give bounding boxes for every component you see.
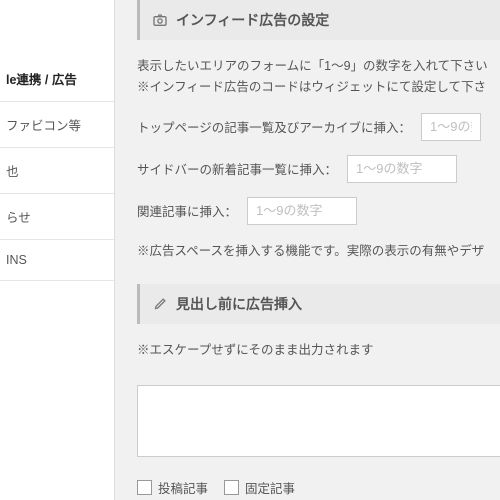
field-row-sidebar-new: サイドバーの新着記事一覧に挿入：	[137, 155, 500, 183]
settings-sidebar: le連携 / 広告 ファビコン等 也 らせ INS	[0, 0, 115, 500]
sidebar-item-notice[interactable]: らせ	[0, 194, 114, 240]
section-title: 見出し前に広告挿入	[176, 294, 302, 314]
field-label-sidebar-new: サイドバーの新着記事一覧に挿入：	[137, 159, 337, 178]
field-label-related: 関連記事に挿入：	[137, 201, 237, 220]
toppage-input[interactable]	[421, 113, 481, 141]
sidebar-item-label: le連携 / 広告	[6, 73, 77, 87]
pencil-icon	[152, 296, 168, 312]
before-heading-help: ※エスケープせずにそのまま出力されます	[137, 340, 500, 361]
sidebar-item-label: らせ	[6, 211, 31, 225]
sidebar-item-other[interactable]: 也	[0, 148, 114, 194]
field-label-toppage: トップページの記事一覧及びアーカイブに挿入：	[137, 117, 411, 136]
sidebar-item-ins[interactable]: INS	[0, 240, 114, 281]
section-header-infeed: インフィード広告の設定	[137, 0, 500, 40]
checkbox-label-page: 固定記事	[245, 478, 295, 497]
post-type-check-row: 投稿記事 固定記事	[137, 478, 500, 497]
field-row-related: 関連記事に挿入：	[137, 197, 500, 225]
ad-code-textarea[interactable]	[137, 385, 500, 457]
section-title: インフィード広告の設定	[176, 10, 329, 30]
infeed-notice: ※広告スペースを挿入する機能です。実際の表示の有無やデザ	[137, 241, 500, 262]
sidebar-item-label: 也	[6, 165, 19, 179]
checkbox-label-post: 投稿記事	[158, 478, 208, 497]
sidebar-item-favicon[interactable]: ファビコン等	[0, 102, 114, 148]
camera-icon	[152, 12, 168, 28]
section-header-before-heading: 見出し前に広告挿入	[137, 284, 500, 324]
related-input[interactable]	[247, 197, 357, 225]
sidebar-item-label: INS	[6, 253, 27, 267]
checkbox-post[interactable]	[137, 480, 152, 495]
sidebar-item-label: ファビコン等	[6, 119, 81, 133]
field-row-toppage: トップページの記事一覧及びアーカイブに挿入：	[137, 113, 500, 141]
sidebar-new-input[interactable]	[347, 155, 457, 183]
infeed-help: 表示したいエリアのフォームに「1〜9」の数字を入れて下さい ※インフィード広告の…	[137, 56, 500, 99]
settings-main: インフィード広告の設定 表示したいエリアのフォームに「1〜9」の数字を入れて下さ…	[115, 0, 500, 500]
checkbox-page[interactable]	[224, 480, 239, 495]
sidebar-item-ads[interactable]: le連携 / 広告	[0, 56, 114, 102]
